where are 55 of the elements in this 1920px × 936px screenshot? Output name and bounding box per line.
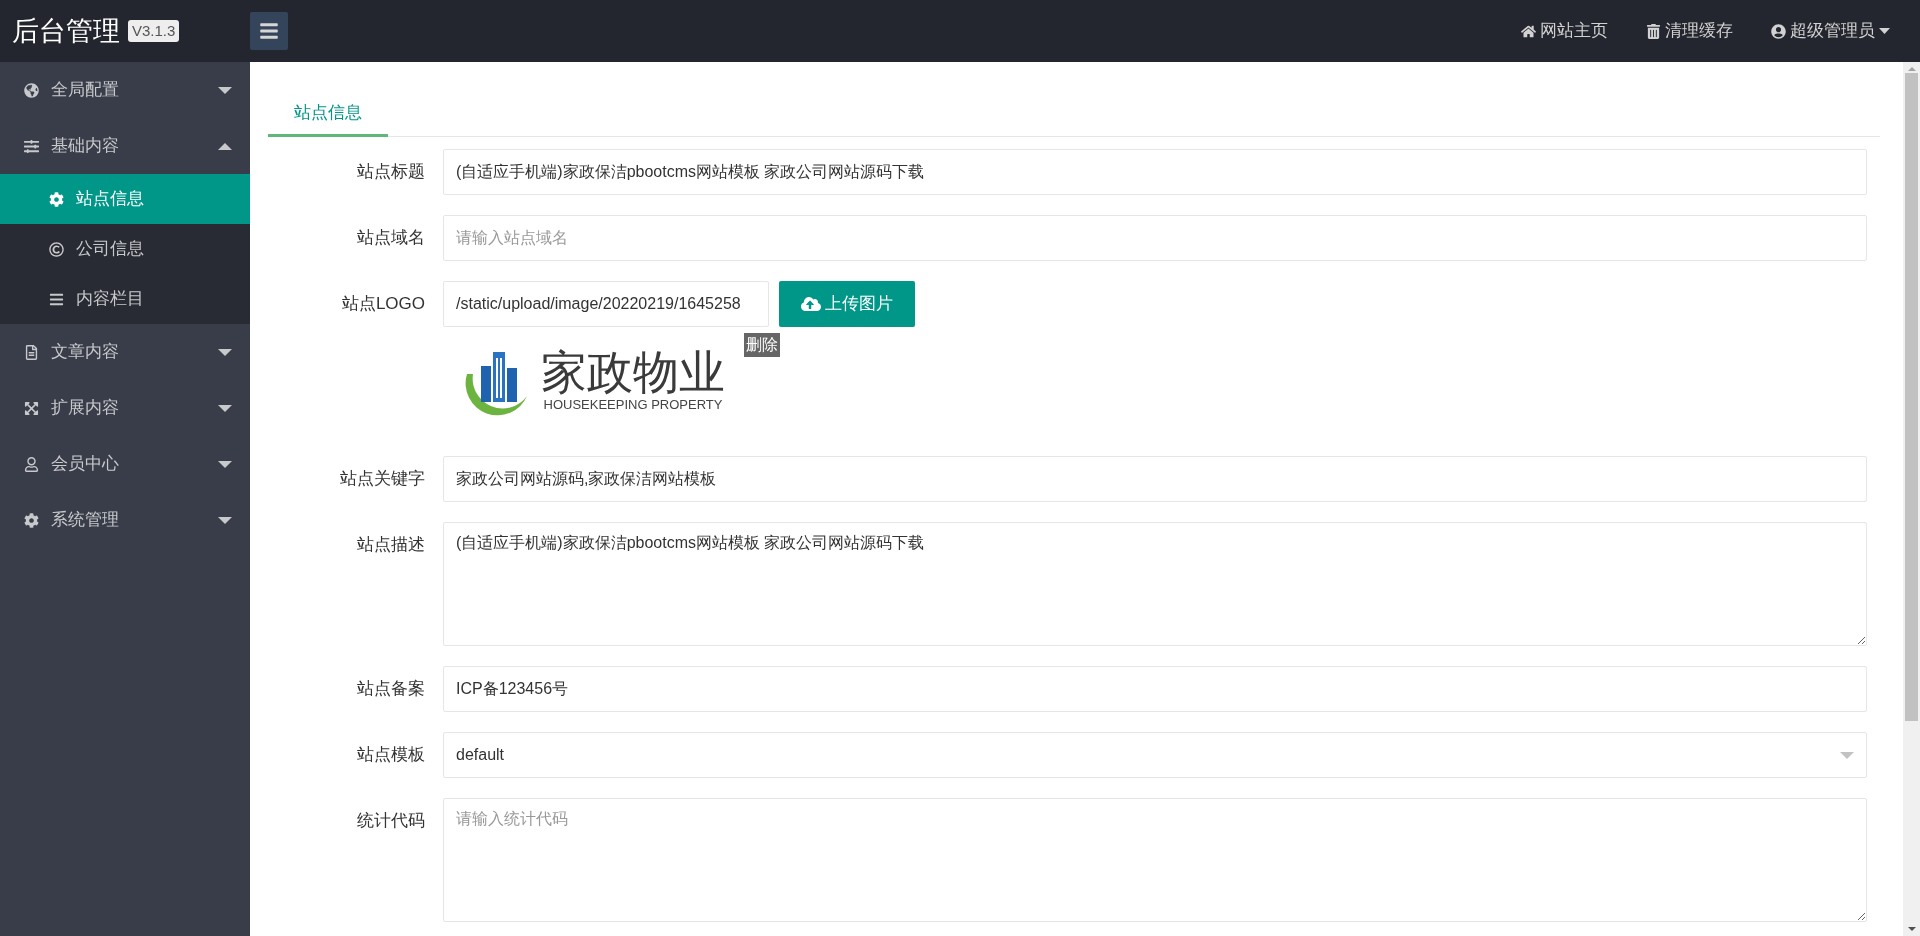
field-label: 站点备案 — [356, 678, 425, 700]
submenu-item[interactable]: 公司信息 — [0, 224, 250, 274]
menu-toggle-button[interactable] — [250, 12, 288, 50]
sidebar-item[interactable]: 文章内容 — [0, 324, 250, 380]
sliders-icon — [24, 138, 39, 154]
field-label: 站点LOGO — [340, 293, 425, 315]
top-nav-link[interactable]: 清理缓存 — [1646, 18, 1733, 44]
trash-icon — [1646, 23, 1661, 39]
tab[interactable]: 站点信息 — [268, 92, 388, 137]
list-icon — [49, 291, 64, 307]
field-label: 站点标题 — [356, 161, 425, 183]
field-label: 站点关键字 — [339, 468, 425, 490]
field-label: 站点模板 — [356, 744, 425, 766]
cloud-upload-icon — [801, 294, 821, 314]
logo-subtitle: HOUSEKEEPING PROPERTY — [543, 396, 723, 413]
sidebar-item[interactable]: 基础内容 — [0, 118, 250, 174]
version-label: V3.1.3 — [128, 20, 180, 42]
app-title: 后台管理 — [12, 17, 120, 45]
submenu-item[interactable]: 站点信息 — [0, 174, 250, 224]
text-area-field[interactable]: (自适应手机端)家政保洁pbootcms网站模板 家政公司网站源码下载 — [443, 522, 1867, 646]
upload-image-button[interactable]: 上传图片 — [779, 281, 915, 327]
home-icon — [1521, 23, 1536, 39]
field-label: 站点描述 — [356, 534, 425, 556]
submenu-item[interactable]: 内容栏目 — [0, 274, 250, 324]
text-input-field[interactable]: ICP备123456号 — [443, 666, 1867, 712]
field-label: 统计代码 — [356, 810, 425, 832]
logo-title: 家政物业 — [541, 346, 725, 397]
template-select-field[interactable]: default — [443, 732, 1867, 778]
text-input-field[interactable]: 家政公司网站源码,家政保洁网站模板 — [443, 456, 1867, 502]
text-input-field[interactable]: 请输入站点域名 — [443, 215, 1867, 261]
text-input-field[interactable]: (自适应手机端)家政保洁pbootcms网站模板 家政公司网站源码下载 — [443, 149, 1867, 195]
delete-image-button[interactable]: 删除 — [744, 333, 780, 357]
logo-path-field[interactable]: /static/upload/image/20220219/1645258 — [443, 281, 769, 327]
top-nav-link[interactable]: 网站主页 — [1521, 18, 1608, 44]
expand-icon — [24, 400, 39, 416]
document-icon — [24, 344, 39, 360]
top-nav-link[interactable]: 超级管理员 — [1771, 18, 1890, 44]
scrollbar[interactable] — [1903, 62, 1920, 936]
sidebar-item[interactable]: 系统管理 — [0, 492, 250, 548]
sidebar-item[interactable]: 全局配置 — [0, 62, 250, 118]
copyright-icon — [49, 241, 64, 257]
text-area-field[interactable]: 请输入统计代码 — [443, 798, 1867, 922]
globe-icon — [24, 82, 39, 98]
scrollbar-thumb[interactable] — [1905, 73, 1918, 721]
sidebar-item[interactable]: 扩展内容 — [0, 380, 250, 436]
gear-icon — [24, 512, 39, 528]
scroll-down-icon[interactable] — [1907, 927, 1916, 931]
sidebar-item[interactable]: 会员中心 — [0, 436, 250, 492]
scroll-up-icon[interactable] — [1907, 67, 1916, 71]
user-avatar-icon — [1771, 23, 1786, 39]
field-label: 站点域名 — [356, 227, 425, 249]
caret-icon — [1840, 751, 1854, 759]
user-icon — [24, 456, 39, 472]
gear-icon — [49, 191, 64, 207]
menu-icon — [259, 21, 279, 41]
